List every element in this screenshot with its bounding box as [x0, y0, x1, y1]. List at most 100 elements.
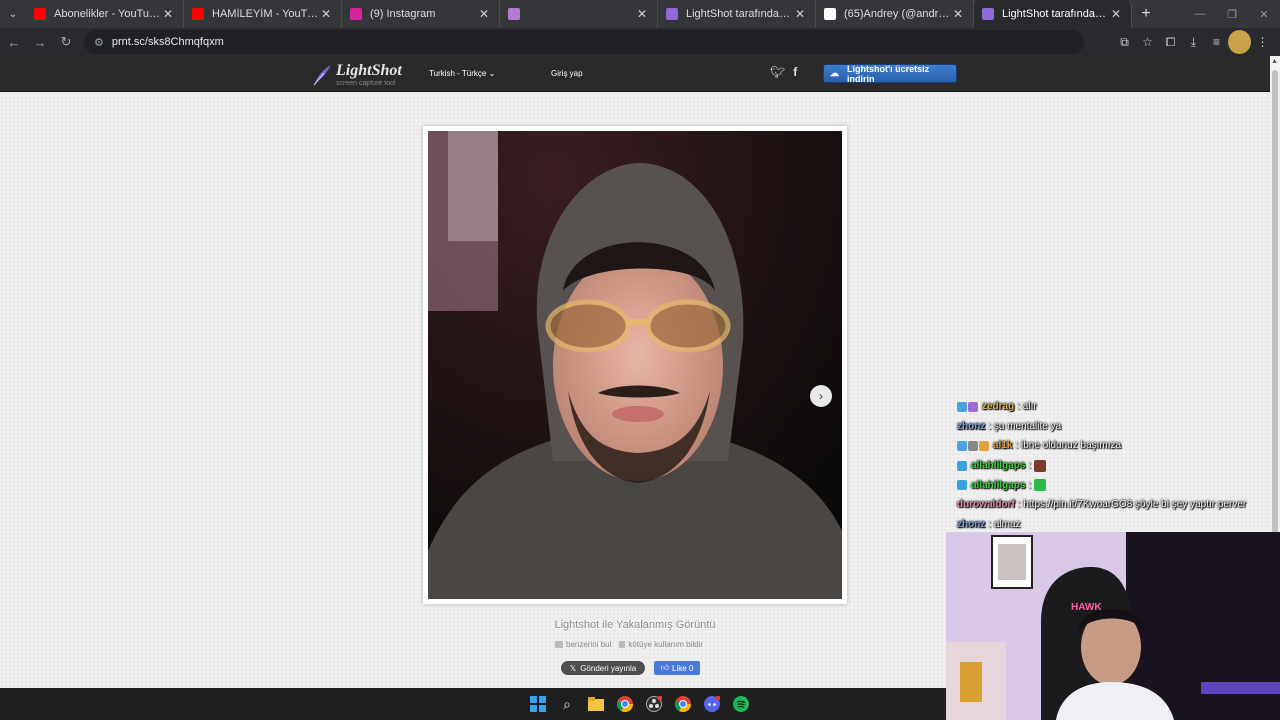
chrome-icon[interactable] [615, 694, 635, 714]
close-tab-icon[interactable]: ✕ [951, 7, 965, 21]
browser-tab[interactable]: HAMİLEYİM - YouTube ✕ [184, 0, 342, 28]
youtube-icon [34, 8, 46, 20]
next-image-button[interactable]: › [810, 385, 832, 407]
image-actions: benzerini bul kötüye kullanım bildir [555, 640, 703, 649]
youtube-icon [192, 8, 204, 20]
tweet-button[interactable]: 𝕏 Gönderi yayınla [561, 661, 645, 675]
tab-title: (65)Andrey (@andreyssilvaa) | T [844, 8, 951, 20]
chat-badge-icon [957, 440, 967, 451]
browser-tab[interactable]: Abonelikler - YouTube ✕ [26, 0, 184, 28]
x-logo-icon: 𝕏 [569, 663, 577, 673]
tab-title: HAMİLEYİM - YouTube [212, 8, 319, 20]
chat-text: : almaz [988, 518, 1021, 530]
site-info-icon[interactable]: ⚙ [94, 36, 104, 49]
new-tab-button[interactable]: + [1132, 5, 1160, 23]
report-abuse-label: kötüye kullanım bildir [628, 640, 704, 649]
url-text: prnt.sc/sks8Chmqfqxm [111, 36, 224, 48]
install-app-icon[interactable]: ⧉ [1113, 30, 1136, 54]
os-taskbar: ⌕ [0, 688, 946, 720]
chat-message: allahlilgaps: [957, 456, 1277, 476]
facebook-icon[interactable]: f [793, 65, 797, 79]
webcam-feed: HAWK [946, 532, 1280, 720]
chat-message: zhonz: şu mentalite ya [957, 417, 1277, 437]
facebook-like-button[interactable]: 👍︎ Like 0 [654, 661, 700, 675]
chat-username: al1k [993, 440, 1013, 452]
scroll-up-icon[interactable]: ▲ [1271, 58, 1278, 65]
language-select[interactable]: Turkish - Türkçe ⌄ [429, 69, 495, 78]
logo-name: LightShot [336, 62, 402, 79]
reload-button[interactable]: ↻ [54, 30, 78, 54]
chat-emote-icon [1034, 459, 1047, 472]
minimize-button[interactable]: — [1184, 0, 1216, 28]
thumbs-up-icon: 👍︎ [660, 663, 669, 672]
media-controls-icon[interactable]: ≡ [1205, 30, 1228, 54]
browser-tab[interactable]: LightShot tarafından Ekran Gör✕ [974, 0, 1132, 28]
feather-icon [313, 64, 331, 85]
chat-text: : [1028, 479, 1032, 491]
maximize-button[interactable]: ❐ [1216, 0, 1248, 28]
chevron-right-icon: › [819, 389, 823, 403]
bookmark-star-icon[interactable]: ☆ [1136, 30, 1159, 54]
flag-icon [619, 641, 626, 649]
browser-tab[interactable]: ✕ [500, 0, 658, 28]
chat-badge-icon [968, 401, 978, 412]
chat-text: : [1028, 460, 1032, 472]
close-tab-icon[interactable]: ✕ [635, 7, 649, 21]
extensions-icon[interactable]: ⧠ [1159, 30, 1182, 54]
tiktok-icon [824, 8, 836, 20]
browser-toolbar: ← → ↻ ⚙ prnt.sc/sks8Chmqfqxm ⧉ ☆ ⧠ ⤓ ≡ ⋮ [0, 28, 1280, 56]
address-bar[interactable]: ⚙ prnt.sc/sks8Chmqfqxm [84, 30, 1084, 54]
obs-icon[interactable] [644, 694, 664, 714]
share-buttons: 𝕏 Gönderi yayınla 👍︎ Like 0 [561, 661, 700, 675]
windows-start-icon[interactable] [528, 694, 548, 714]
browser-menu-icon[interactable]: ⋮ [1251, 30, 1274, 54]
lightshot-logo[interactable]: LightShot screen capture tool [312, 62, 402, 87]
find-similar-link[interactable]: benzerini bul [555, 640, 611, 649]
tab-title: (9) Instagram [370, 8, 436, 20]
profile-avatar[interactable] [1228, 30, 1251, 54]
chat-username: zhonz [957, 420, 986, 432]
close-tab-icon[interactable]: ✕ [161, 7, 175, 21]
close-tab-icon[interactable]: ✕ [477, 7, 491, 21]
tab-search-button[interactable]: ⌄ [0, 0, 26, 28]
downloads-icon[interactable]: ⤓ [1182, 30, 1205, 54]
screenshot-frame [423, 126, 847, 604]
language-label: Turkish - Türkçe [429, 69, 487, 78]
chat-message: zedrag: alır [957, 397, 1277, 417]
report-abuse-link[interactable]: kötüye kullanım bildir [619, 640, 703, 649]
search-icon[interactable]: ⌕ [557, 694, 577, 714]
download-button[interactable]: ☁ Lightshot'ı ücretsiz indirin [823, 63, 957, 84]
stream-chat-overlay: zedrag: alır zhonz: şu mentalite ya al1k : … [957, 397, 1277, 534]
twitter-icon[interactable]: 🐦︎ [770, 65, 785, 79]
media-icon [508, 8, 520, 20]
screenshot-image [428, 131, 842, 599]
file-explorer-icon[interactable] [586, 694, 606, 714]
chrome-icon[interactable] [673, 694, 693, 714]
like-button-label: Like 0 [672, 663, 694, 673]
download-button-label: Lightshot'ı ücretsiz indirin [847, 63, 930, 84]
close-tab-icon[interactable]: ✕ [793, 7, 807, 21]
toolbar-actions: ⧉ ☆ ⧠ ⤓ ≡ ⋮ [1113, 30, 1274, 54]
close-window-button[interactable]: ✕ [1248, 0, 1280, 28]
chat-badge-icon [957, 401, 967, 412]
chat-badge-icon [979, 440, 989, 451]
lightshot-icon [982, 8, 994, 20]
webcam-overlay: HAWK [946, 532, 1280, 720]
login-link[interactable]: Giriş yap [551, 69, 583, 78]
browser-tab[interactable]: (65)Andrey (@andreyssilvaa) | T✕ [816, 0, 974, 28]
chat-message: allahlilgaps: [957, 475, 1277, 495]
tab-title: LightShot tarafından Ekran Gör [686, 8, 793, 20]
chat-text: : https://pin.it/7KwoarGO8 şöyle bi şey … [1017, 499, 1247, 511]
back-button[interactable]: ← [2, 30, 26, 54]
chat-username: durowaldorf [957, 499, 1015, 511]
browser-tab-strip: ⌄ Abonelikler - YouTube ✕ HAMİLEYİM - YouT… [0, 0, 1280, 28]
forward-button[interactable]: → [28, 30, 52, 54]
browser-tab[interactable]: LightShot tarafından Ekran Gör✕ [658, 0, 816, 28]
close-tab-icon[interactable]: ✕ [319, 7, 333, 21]
close-tab-icon[interactable]: ✕ [1109, 7, 1123, 21]
discord-icon[interactable] [702, 694, 722, 714]
spotify-icon[interactable] [731, 694, 751, 714]
lightshot-icon [666, 8, 678, 20]
portrait-photo [428, 131, 842, 599]
browser-tab[interactable]: (9) Instagram ✕ [342, 0, 500, 28]
